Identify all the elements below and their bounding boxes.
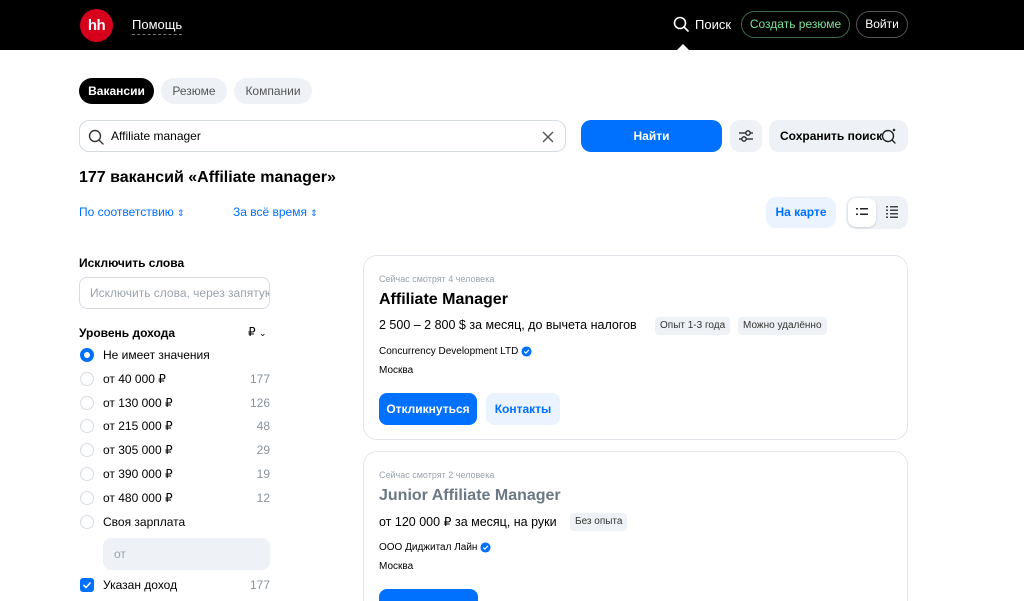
save-search-label: Сохранить поиск: [780, 129, 883, 143]
radio-button[interactable]: [80, 515, 94, 529]
header-search-label: Поиск: [695, 16, 732, 32]
vacancy-salary: от 120 000 ₽ за месяц, на руки: [379, 515, 557, 529]
apply-button[interactable]: [379, 589, 478, 601]
income-option-label: от 40 000 ₽: [103, 372, 166, 386]
radio-button[interactable]: [80, 467, 94, 481]
income-specified-label: Указан доход: [103, 578, 178, 592]
tab-vacancies[interactable]: Вакансии: [79, 78, 154, 104]
sliders-icon: [739, 130, 753, 142]
vacancy-card: Сейчас смотрят 4 человека Affiliate Mana…: [363, 255, 908, 440]
exclude-words-input[interactable]: Исключить слова, через запятую: [79, 277, 270, 309]
search-input[interactable]: Affiliate manager: [79, 120, 566, 152]
exclude-words-heading: Исключить слова: [79, 256, 185, 270]
watching-now-text: Сейчас смотрят 4 человека: [379, 274, 495, 284]
find-button[interactable]: Найти: [581, 120, 722, 152]
verified-icon: [521, 346, 532, 357]
radio-button[interactable]: [80, 372, 94, 386]
chevron-updown-icon: ⇕: [176, 208, 185, 218]
chevron-updown-icon: ⇕: [309, 208, 318, 218]
income-option[interactable]: Своя зарплата: [79, 514, 270, 530]
vacancy-card: Сейчас смотрят 2 человека Junior Affilia…: [363, 451, 908, 601]
help-link[interactable]: Помощь: [132, 17, 183, 35]
income-option-count: 12: [256, 491, 270, 505]
income-heading: Уровень дохода: [79, 326, 176, 340]
radio-button[interactable]: [80, 443, 94, 457]
advanced-filters-button[interactable]: [730, 120, 762, 152]
experience-tag: Без опыта: [570, 513, 628, 531]
income-option-label: от 130 000 ₽: [103, 396, 173, 410]
chevron-down-icon: ⌄: [258, 328, 267, 338]
radio-button[interactable]: [80, 419, 94, 433]
hh-logo[interactable]: hh: [80, 9, 113, 42]
top-header: hh Помощь Поиск Создать резюме Войти: [0, 0, 1024, 51]
sort-relevance-label: По соответствию: [79, 205, 174, 219]
results-title: 177 вакансий «Affiliate manager»: [79, 169, 336, 186]
radio-button[interactable]: [80, 491, 94, 505]
map-button[interactable]: На карте: [766, 197, 836, 228]
income-specified-option[interactable]: Указан доход 177: [79, 577, 270, 593]
view-toggle: [846, 196, 908, 229]
vacancy-city: Москва: [379, 365, 414, 376]
income-option-count: 48: [256, 419, 270, 433]
income-option-label: от 305 000 ₽: [103, 443, 173, 457]
experience-tag: Опыт 1-3 года: [655, 317, 731, 335]
custom-salary-input[interactable]: от: [103, 538, 270, 570]
apply-button[interactable]: Откликнуться: [379, 393, 477, 425]
income-option[interactable]: Не имеет значения: [79, 347, 270, 363]
income-option-label: Своя зарплата: [103, 515, 186, 529]
income-option-count: 19: [256, 467, 270, 481]
income-option[interactable]: от 215 000 ₽ 48: [79, 418, 270, 434]
sort-period-dropdown[interactable]: За всё время ⇕: [233, 205, 318, 219]
tab-resumes[interactable]: Резюме: [161, 78, 227, 104]
tab-companies[interactable]: Компании: [234, 78, 312, 104]
header-search-link[interactable]: Поиск: [673, 16, 731, 32]
income-option[interactable]: от 480 000 ₽ 12: [79, 490, 270, 506]
income-option-label: Не имеет значения: [103, 348, 210, 362]
vacancy-title-link[interactable]: Junior Affiliate Manager: [379, 487, 561, 505]
currency-dropdown[interactable]: ₽ ⌄: [248, 325, 267, 339]
search-icon: [673, 16, 689, 32]
income-option[interactable]: от 130 000 ₽ 126: [79, 395, 270, 411]
income-option-count: 126: [249, 396, 270, 410]
active-indicator: [676, 44, 690, 51]
save-search-button[interactable]: Сохранить поиск: [769, 120, 908, 152]
company-link[interactable]: Concurrency Development LTD: [379, 346, 532, 357]
vacancy-title-link[interactable]: Affiliate Manager: [379, 291, 508, 309]
income-option-label: от 215 000 ₽: [103, 419, 173, 433]
login-button[interactable]: Войти: [856, 11, 908, 38]
currency-label: ₽: [248, 325, 256, 339]
company-link[interactable]: ООО Диджитал Лайн: [379, 542, 492, 553]
create-resume-button[interactable]: Создать резюме: [741, 11, 850, 38]
sort-period-label: За всё время: [233, 205, 307, 219]
income-option-count: 29: [256, 443, 270, 457]
compact-list-view-button[interactable]: [848, 198, 876, 227]
detailed-list-icon: [886, 206, 898, 218]
save-search-icon: [881, 128, 896, 144]
sort-relevance-dropdown[interactable]: По соответствию ⇕: [79, 205, 184, 219]
search-icon: [88, 129, 104, 145]
radio-button[interactable]: [80, 348, 94, 362]
checkbox[interactable]: [80, 578, 94, 592]
contacts-button[interactable]: Контакты: [486, 393, 560, 425]
income-option-count: 177: [249, 372, 270, 386]
watching-now-text: Сейчас смотрят 2 человека: [379, 470, 495, 480]
checkmark-icon: [82, 581, 92, 589]
company-name: Concurrency Development LTD: [379, 346, 519, 357]
income-option[interactable]: от 390 000 ₽ 19: [79, 466, 270, 482]
radio-button[interactable]: [80, 396, 94, 410]
income-option[interactable]: от 40 000 ₽ 177: [79, 371, 270, 387]
income-option-label: от 390 000 ₽: [103, 467, 173, 481]
clear-icon[interactable]: [541, 130, 555, 144]
detailed-list-view-button[interactable]: [878, 198, 906, 227]
search-query: Affiliate manager: [111, 129, 201, 143]
vacancy-salary: 2 500 – 2 800 $ за месяц, до вычета нало…: [379, 318, 637, 332]
income-option[interactable]: от 305 000 ₽ 29: [79, 442, 270, 458]
income-option-label: от 480 000 ₽: [103, 491, 173, 505]
list-icon: [856, 208, 868, 215]
income-specified-count: 177: [249, 578, 270, 592]
verified-icon: [480, 542, 492, 553]
vacancy-city: Москва: [379, 561, 414, 572]
company-name: ООО Диджитал Лайн: [379, 542, 478, 553]
remote-tag: Можно удалённо: [738, 317, 827, 335]
